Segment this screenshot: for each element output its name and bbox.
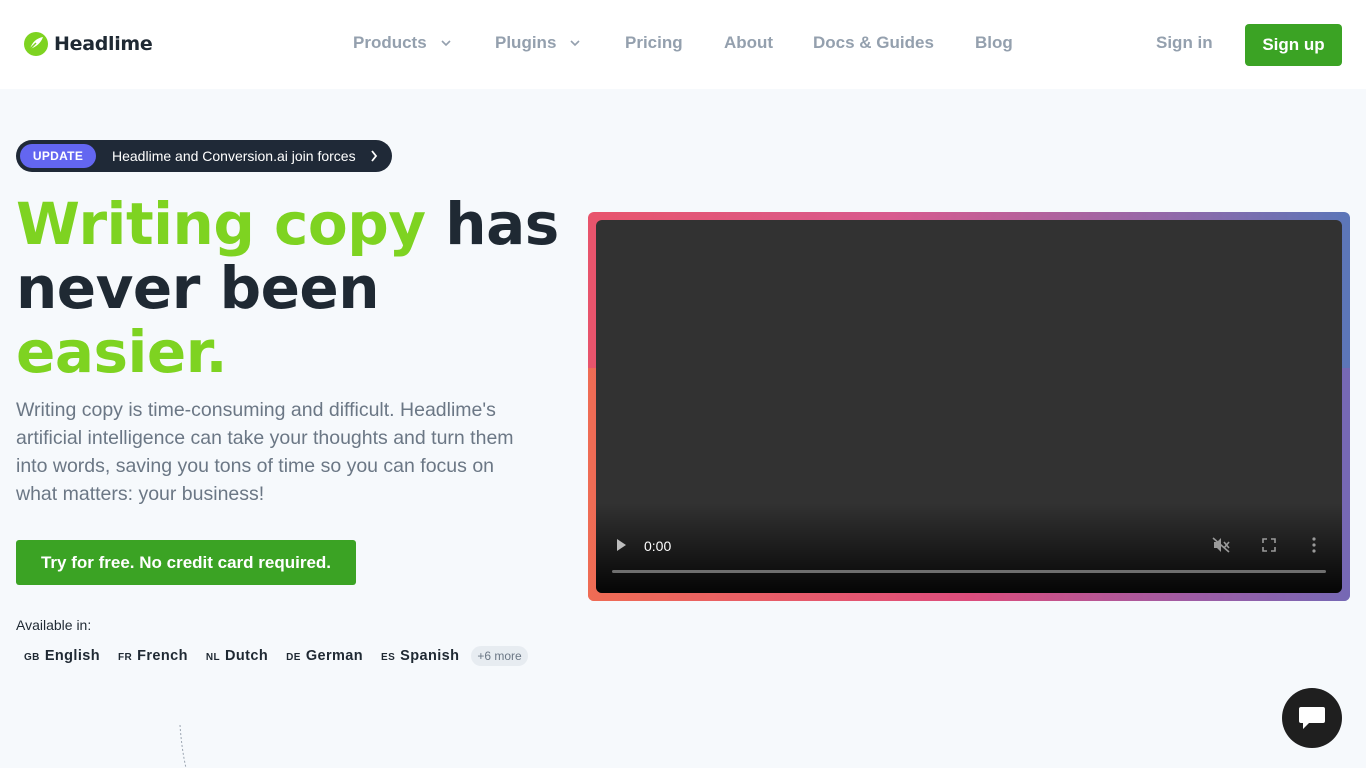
language-dutch[interactable]: NL Dutch	[198, 644, 276, 668]
headline-green-part: Writing copy	[16, 190, 426, 258]
language-code: FR	[117, 652, 133, 663]
more-languages-badge[interactable]: +6 more	[471, 646, 528, 666]
sign-up-button[interactable]: Sign up	[1245, 24, 1342, 66]
available-in-label: Available in:	[16, 617, 92, 633]
nav-item-label: Pricing	[625, 33, 683, 52]
chevron-right-icon	[371, 150, 378, 162]
language-english[interactable]: GB English	[16, 644, 108, 668]
nav-item-about[interactable]: About	[724, 33, 773, 53]
brand-logo[interactable]: Headlime	[24, 32, 153, 56]
language-french[interactable]: FR French	[110, 644, 196, 668]
announcement-text: Headlime and Conversion.ai join forces	[112, 148, 356, 164]
muted-speaker-icon[interactable]	[1212, 537, 1230, 553]
chevron-down-icon	[441, 40, 451, 47]
nav-item-blog[interactable]: Blog	[975, 33, 1013, 53]
language-list: GB English FR French NL Dutch DE German …	[16, 644, 528, 668]
language-name: Spanish	[400, 648, 460, 664]
nav-item-label: About	[724, 33, 774, 52]
language-spanish[interactable]: ES Spanish	[373, 644, 467, 668]
nav-item-products[interactable]: Products	[353, 33, 453, 53]
try-free-button[interactable]: Try for free. No credit card required.	[16, 540, 356, 585]
nav-item-label: Blog	[975, 33, 1013, 52]
hero-headline: Writing copy has never been easier.	[16, 192, 576, 384]
decorative-dashed-line	[179, 725, 187, 768]
video-progress-bar[interactable]	[612, 570, 1326, 573]
chevron-down-icon	[570, 40, 580, 47]
language-code: GB	[24, 652, 40, 663]
language-name: German	[305, 648, 364, 664]
chat-bubble-icon	[1299, 707, 1325, 729]
nav-item-label: Products	[353, 33, 427, 52]
headline-green-part: easier.	[16, 318, 228, 386]
more-options-icon[interactable]	[1312, 537, 1316, 553]
brand-name: Headlime	[54, 33, 153, 55]
video-current-time: 0:00	[644, 538, 672, 554]
top-navigation-bar: Headlime Products Plugins Pricing About …	[0, 0, 1366, 89]
video-frame: 0:00	[588, 212, 1350, 601]
video-controls-shade	[596, 503, 1342, 593]
update-badge: UPDATE	[20, 144, 96, 168]
announcement-banner[interactable]: UPDATE Headlime and Conversion.ai join f…	[16, 140, 392, 172]
nav-item-plugins[interactable]: Plugins	[495, 33, 582, 53]
play-icon[interactable]	[614, 538, 628, 552]
language-code: ES	[381, 652, 396, 663]
language-name: Dutch	[225, 648, 269, 664]
nav-item-docs-guides[interactable]: Docs & Guides	[813, 33, 934, 53]
language-name: English	[44, 648, 100, 664]
language-german[interactable]: DE German	[278, 644, 371, 668]
hero-description: Writing copy is time-consuming and diffi…	[16, 399, 514, 505]
nav-item-label: Docs & Guides	[813, 33, 934, 52]
language-name: French	[137, 648, 188, 664]
language-code: NL	[205, 652, 221, 663]
language-code: DE	[286, 652, 301, 663]
sign-in-link[interactable]: Sign in	[1156, 33, 1213, 53]
fullscreen-icon[interactable]	[1262, 538, 1276, 552]
chat-button[interactable]	[1282, 688, 1342, 748]
headlime-logo-icon	[24, 32, 48, 56]
nav-item-label: Plugins	[495, 33, 557, 52]
video-player[interactable]: 0:00	[596, 220, 1342, 593]
nav-item-pricing[interactable]: Pricing	[625, 33, 683, 53]
